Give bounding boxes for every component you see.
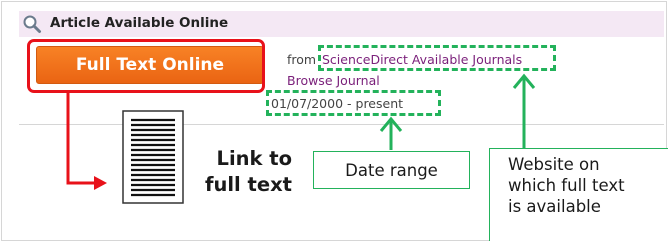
link-to-full-text-line-2: full text [205, 173, 292, 196]
website-callout: Website on which full text is available [489, 148, 668, 241]
date-range-callout: Date range [313, 151, 470, 189]
website-callout-line-3: is available [508, 197, 601, 216]
date-range-callout-text: Date range [345, 160, 438, 180]
website-callout-line-2: which full text [508, 176, 625, 195]
red-arrow [66, 93, 95, 185]
annotated-screenshot: Article Available Online Full Text Onlin… [0, 0, 668, 241]
website-callout-line-1: Website on [508, 155, 600, 174]
red-arrowhead [94, 176, 107, 190]
document-icon [122, 110, 184, 204]
link-to-full-text-line-1: Link to [216, 147, 292, 170]
link-to-full-text-label: Link to full text [205, 146, 292, 198]
